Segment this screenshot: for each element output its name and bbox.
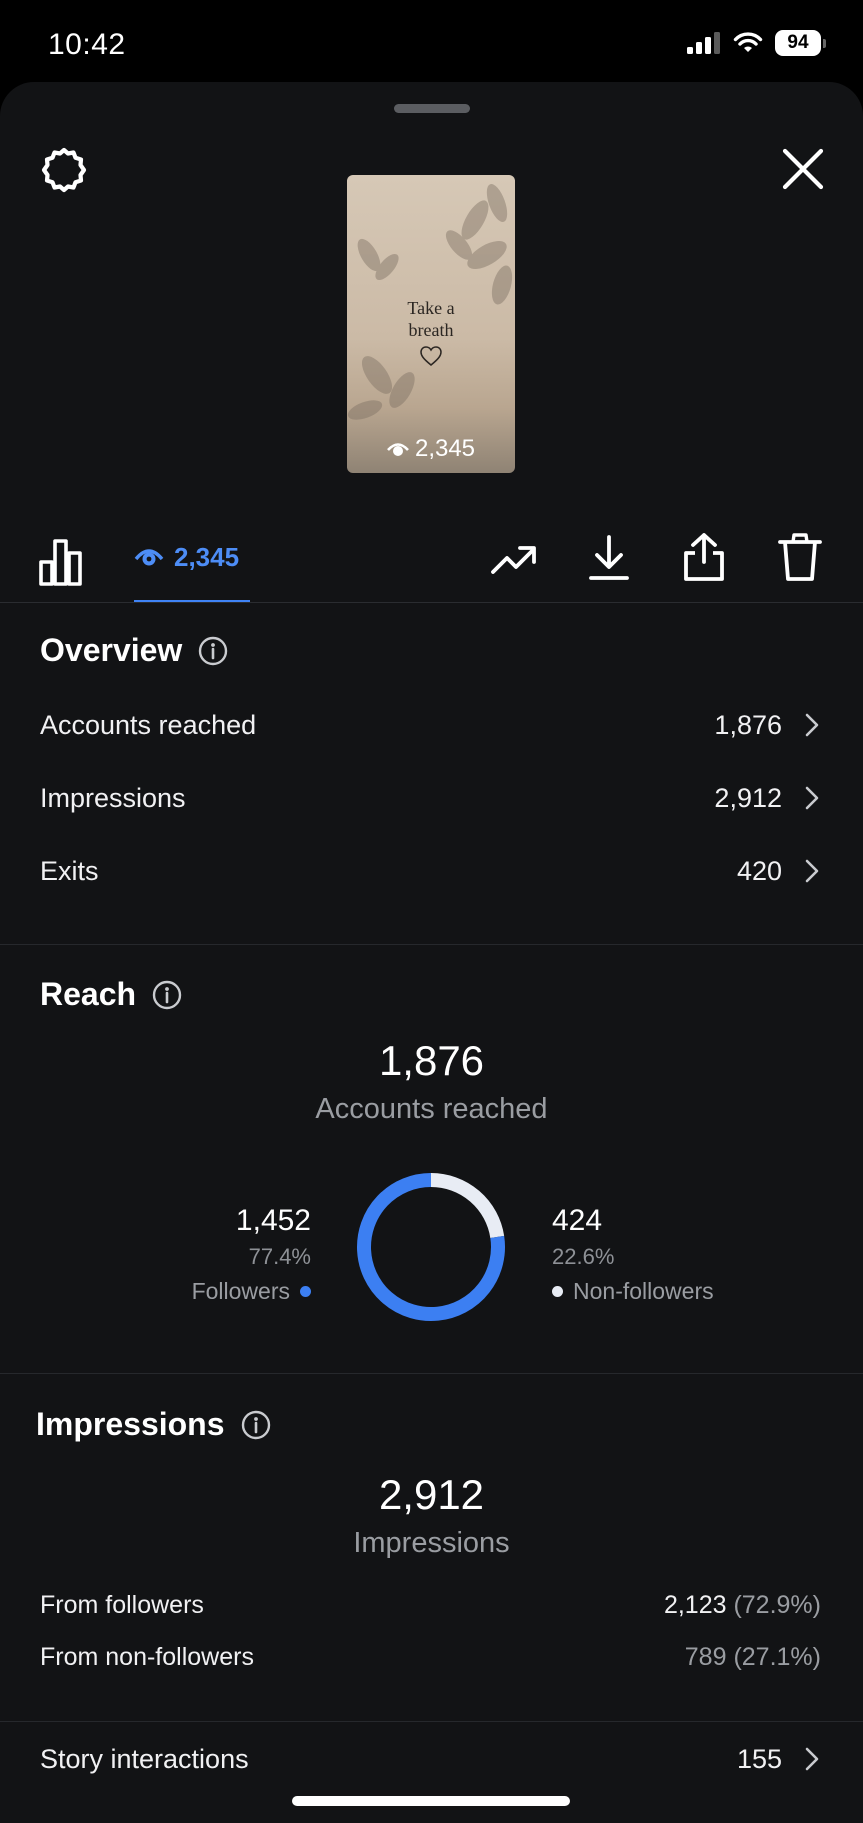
donut-segment-non-followers (430, 1173, 505, 1239)
row-value-group: 1,876 (714, 710, 820, 741)
row-label: From followers (40, 1591, 204, 1619)
share-icon (684, 533, 724, 581)
reach-total: 1,876 (378, 1037, 485, 1084)
reach-summary: 1,876 Accounts reached (0, 1037, 863, 1126)
non-followers-dot (552, 1286, 563, 1297)
info-icon[interactable] (198, 636, 228, 666)
reach-heading: Reach (40, 976, 182, 1013)
gear-icon (41, 147, 87, 193)
overview-row-exits[interactable]: Exits 420 (40, 846, 820, 896)
info-icon[interactable] (241, 1410, 271, 1440)
trash-icon (778, 533, 822, 581)
impressions-from-non-followers-row: From non-followers 789 (27.1%) (40, 1643, 821, 1672)
impressions-heading: Impressions (36, 1406, 271, 1443)
status-indicators: 94 (687, 30, 826, 56)
heart-icon (420, 346, 442, 366)
impressions-total: 2,912 (378, 1471, 485, 1518)
bar-chart-icon (39, 539, 82, 586)
close-icon (782, 148, 824, 190)
eye-icon (134, 549, 164, 566)
row-label: Story interactions (40, 1743, 249, 1774)
impressions-from-followers-row: From followers 2,123 (72.9%) (40, 1591, 821, 1620)
story-text-line2: breath (408, 320, 454, 340)
non-followers-legend: 424 22.6% Non-followers (552, 1204, 714, 1305)
section-divider (0, 944, 863, 945)
row-value-group: 789 (27.1%) (685, 1643, 821, 1672)
row-value: 789 (684, 1643, 727, 1671)
home-indicator[interactable] (292, 1796, 570, 1806)
close-button[interactable] (776, 142, 830, 196)
download-icon (589, 535, 629, 580)
reach-title: Reach (40, 976, 137, 1012)
followers-label: Followers (191, 1278, 290, 1304)
story-toolbar: 2,345 (0, 512, 863, 603)
story-interactions-row[interactable]: Story interactions 155 (40, 1734, 820, 1784)
followers-count: 1,452 (235, 1204, 311, 1237)
trending-icon (491, 546, 536, 574)
chevron-right-icon (805, 713, 819, 737)
overview-row-accounts-reached[interactable]: Accounts reached 1,876 (40, 700, 820, 750)
signal-icon (687, 32, 720, 54)
status-bar: 10:42 94 (0, 0, 863, 82)
non-followers-label: Non-followers (573, 1278, 714, 1304)
info-icon[interactable] (152, 980, 182, 1010)
impressions-total-label: Impressions (353, 1527, 510, 1559)
followers-legend: 1,452 77.4% Followers (192, 1204, 311, 1305)
impressions-summary: 2,912 Impressions (0, 1471, 863, 1560)
row-value: 155 (736, 1743, 782, 1774)
overview-heading: Overview (40, 632, 228, 669)
section-divider (0, 1721, 863, 1722)
row-value-group: 2,123 (72.9%) (664, 1591, 821, 1620)
followers-percent: 77.4% (248, 1244, 311, 1269)
active-tab-indicator (134, 600, 250, 602)
row-value: 2,912 (714, 782, 782, 813)
reach-total-label: Accounts reached (315, 1093, 548, 1125)
eye-icon (387, 443, 409, 456)
viewers-count: 2,345 (174, 541, 240, 572)
promote-button[interactable] (490, 542, 538, 583)
chevron-right-icon (805, 859, 819, 883)
row-label: Impressions (40, 782, 186, 813)
row-value-group: 2,912 (714, 783, 820, 814)
row-label: Accounts reached (40, 709, 257, 740)
viewers-tab[interactable]: 2,345 (134, 512, 250, 602)
story-text: Take a breath (347, 297, 515, 341)
row-value: 1,876 (714, 709, 782, 740)
story-text-line1: Take a (407, 298, 455, 318)
row-label: From non-followers (40, 1643, 254, 1671)
sheet-grabber[interactable] (394, 104, 470, 113)
reach-donut-chart (357, 1173, 505, 1321)
row-label: Exits (40, 855, 99, 886)
row-value-group: 155 (737, 1744, 820, 1775)
chevron-right-icon (805, 1747, 819, 1771)
insights-tab[interactable] (38, 538, 84, 591)
status-time: 10:42 (48, 28, 126, 61)
delete-button[interactable] (778, 532, 822, 587)
row-value: 2,123 (663, 1591, 727, 1619)
impressions-title: Impressions (36, 1406, 225, 1442)
non-followers-percent: 22.6% (552, 1244, 615, 1269)
non-followers-count: 424 (552, 1204, 603, 1237)
story-thumbnail[interactable]: Take a breath 2,345 (347, 175, 515, 473)
settings-button[interactable] (36, 142, 92, 198)
story-view-count: 2,345 (347, 435, 515, 463)
overview-row-impressions[interactable]: Impressions 2,912 (40, 773, 820, 823)
download-button[interactable] (588, 534, 630, 587)
chevron-right-icon (805, 786, 819, 810)
row-percent: (27.1%) (733, 1643, 821, 1671)
non-followers-label-group: Non-followers (552, 1278, 714, 1305)
followers-label-group: Followers (192, 1278, 311, 1305)
row-value-group: 420 (737, 856, 820, 887)
followers-dot (300, 1286, 311, 1297)
section-divider (0, 1373, 863, 1374)
insights-sheet: Take a breath 2,345 2,345 Overview Accou… (0, 82, 863, 1823)
battery-indicator: 94 (775, 30, 826, 56)
share-button[interactable] (682, 532, 726, 587)
wifi-icon (733, 32, 763, 52)
row-value: 420 (736, 855, 782, 886)
overview-title: Overview (40, 632, 183, 668)
row-percent: (72.9%) (733, 1591, 821, 1619)
story-views-value: 2,345 (414, 435, 476, 462)
